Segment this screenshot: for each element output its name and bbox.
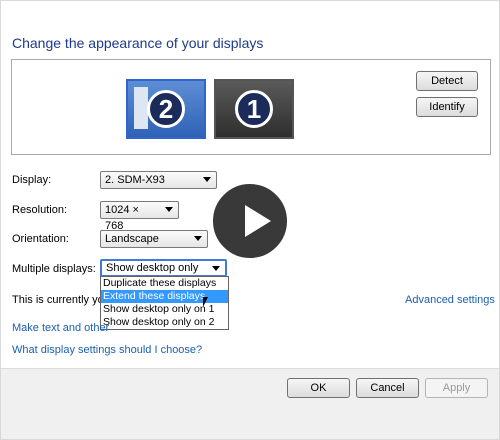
monitor-number: 1 (235, 90, 273, 128)
dropdown-option[interactable]: Show desktop only on 1 (101, 303, 228, 316)
multiple-displays-dropdown: Duplicate these displays Extend these di… (100, 276, 229, 330)
orientation-value: Landscape (105, 233, 159, 245)
resolution-label: Resolution: (12, 204, 68, 216)
advanced-settings-link[interactable]: Advanced settings (405, 294, 495, 306)
display-value: 2. SDM-X93 (105, 174, 165, 186)
monitor-2[interactable]: 2 (126, 79, 206, 139)
identify-button[interactable]: Identify (416, 97, 478, 117)
resolution-select[interactable]: 1024 × 768 (100, 201, 179, 232)
button-bar: OK Cancel Apply (1, 369, 499, 439)
monitor-number: 2 (147, 90, 185, 128)
apply-button[interactable]: Apply (425, 378, 488, 398)
detect-button[interactable]: Detect (416, 71, 478, 91)
resolution-value: 1024 × 768 (105, 204, 139, 232)
dialog-window: Change the appearance of your displays 2… (0, 0, 500, 440)
multiple-displays-label: Multiple displays: (12, 263, 96, 275)
dropdown-option[interactable]: Duplicate these displays (101, 277, 228, 290)
play-button[interactable] (209, 180, 291, 262)
play-icon (245, 205, 271, 237)
orientation-label: Orientation: (12, 233, 69, 245)
dropdown-option[interactable]: Extend these displays (101, 290, 228, 303)
multiple-displays-select[interactable]: Show desktop only on 2 (100, 259, 227, 288)
monitor-1[interactable]: 1 (214, 79, 294, 139)
orientation-select[interactable]: Landscape (100, 230, 208, 248)
display-preview-area: 2 1 Detect Identify (11, 59, 491, 155)
page-title: Change the appearance of your displays (12, 35, 264, 51)
text-size-link[interactable]: Make text and other (12, 322, 109, 334)
chevron-down-icon (194, 236, 202, 241)
mouse-cursor-icon (203, 297, 208, 307)
desktop-thumbnail (134, 87, 148, 129)
display-label: Display: (12, 174, 52, 186)
chevron-down-icon (165, 207, 173, 212)
help-link[interactable]: What display settings should I choose? (12, 344, 202, 356)
dropdown-option[interactable]: Show desktop only on 2 (101, 316, 228, 329)
ok-button[interactable]: OK (287, 378, 350, 398)
cancel-button[interactable]: Cancel (356, 378, 419, 398)
chevron-down-icon (212, 266, 220, 271)
display-select[interactable]: 2. SDM-X93 (100, 171, 217, 189)
status-text: This is currently you (12, 294, 110, 306)
chevron-down-icon (203, 177, 211, 182)
